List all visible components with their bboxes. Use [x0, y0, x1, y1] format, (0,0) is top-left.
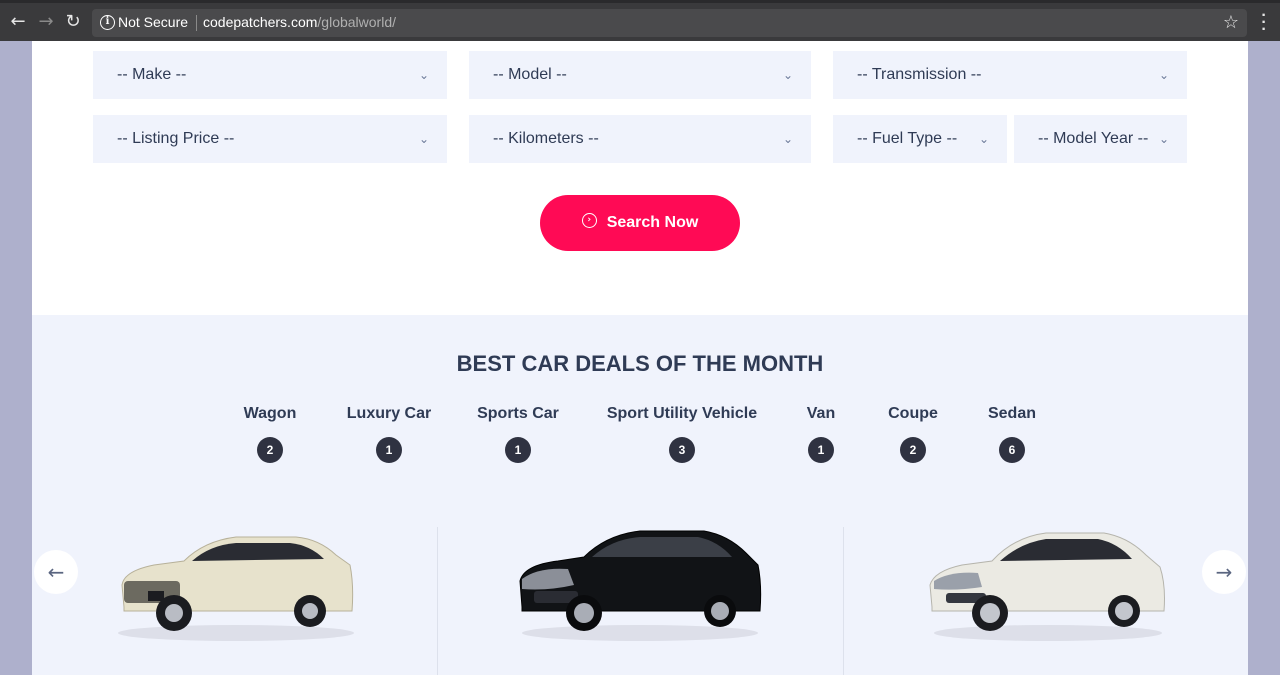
chevron-down-icon: ⌄ — [1158, 68, 1169, 82]
count-badge: 2 — [257, 437, 283, 463]
arrow-right-icon: → — [38, 11, 54, 32]
filter-label: Van — [806, 405, 836, 422]
select-label: -- Kilometers -- — [493, 130, 599, 147]
filter-label: Sedan — [987, 405, 1036, 422]
more-vertical-icon[interactable]: · · · — [1256, 8, 1272, 38]
listing-price-select[interactable]: -- Listing Price -- ⌄ — [93, 115, 447, 163]
filter-tab-wagon[interactable]: Wagon 2 — [230, 405, 310, 463]
car-image[interactable] — [928, 515, 1168, 645]
browser-toolbar: ← → ↻ i Not Secure codepatchers.com/glob… — [0, 0, 1280, 41]
count-badge: 3 — [669, 437, 695, 463]
filter-label: Sports Car — [477, 405, 559, 422]
filter-label: Wagon — [243, 405, 297, 422]
select-label: -- Listing Price -- — [117, 130, 235, 147]
section-title: BEST CAR DEALS OF THE MONTH — [456, 351, 824, 376]
filter-tab-luxury-car[interactable]: Luxury Car 1 — [339, 405, 439, 463]
select-label: -- Make -- — [117, 66, 187, 83]
filter-label: Coupe — [888, 405, 938, 422]
forward-button[interactable]: → — [35, 11, 57, 33]
count-badge: 2 — [900, 437, 926, 463]
filter-tab-sedan[interactable]: Sedan 6 — [978, 405, 1046, 463]
chevron-right-circle-icon: › — [581, 213, 597, 229]
count-badge: 1 — [376, 437, 402, 463]
back-button[interactable]: ← — [7, 11, 29, 33]
filter-tab-van[interactable]: Van 1 — [791, 405, 851, 463]
carousel-prev-button[interactable]: ← — [34, 550, 78, 594]
chevron-down-icon: ⌄ — [1158, 132, 1169, 146]
count-badge: 6 — [999, 437, 1025, 463]
fuel-type-select[interactable]: -- Fuel Type -- ⌄ — [833, 115, 1007, 163]
star-icon[interactable]: ☆ — [1223, 12, 1239, 33]
url-divider — [196, 15, 197, 31]
chevron-down-icon: ⌄ — [782, 132, 793, 146]
car-image[interactable] — [114, 515, 360, 645]
reload-icon: ↻ — [65, 11, 81, 32]
filter-tab-sport-utility-vehicle[interactable]: Sport Utility Vehicle 3 — [597, 405, 767, 463]
filter-tab-sports-car[interactable]: Sports Car 1 — [468, 405, 568, 463]
arrow-left-icon: ← — [47, 560, 65, 584]
security-label[interactable]: Not Secure — [118, 14, 188, 30]
filter-label: Sport Utility Vehicle — [606, 405, 758, 422]
url-host: codepatchers.com — [203, 14, 318, 30]
chevron-down-icon: ⌄ — [782, 68, 793, 82]
chevron-down-icon: ⌄ — [978, 132, 989, 146]
card-divider — [437, 527, 438, 675]
make-select[interactable]: -- Make -- ⌄ — [93, 51, 447, 99]
info-icon[interactable]: i — [100, 15, 115, 30]
arrow-left-icon: ← — [10, 11, 26, 32]
best-deals-section: BEST CAR DEALS OF THE MONTH Wagon 2 Luxu… — [32, 315, 1248, 675]
search-form: -- Make -- ⌄ -- Model -- ⌄ -- Transmission… — [32, 41, 1248, 315]
select-label: -- Transmission -- — [857, 66, 982, 83]
chevron-down-icon: ⌄ — [418, 132, 429, 146]
page-content: -- Make -- ⌄ -- Model -- ⌄ -- Transmission… — [32, 41, 1248, 675]
select-label: -- Model -- — [493, 66, 567, 83]
kilometers-select[interactable]: -- Kilometers -- ⌄ — [469, 115, 811, 163]
arrow-right-icon: → — [1215, 560, 1233, 584]
sedan-cream-icon — [118, 536, 354, 641]
url-text[interactable]: codepatchers.com/globalworld/ — [203, 14, 396, 30]
chevron-down-icon: ⌄ — [418, 68, 429, 82]
filter-tab-coupe[interactable]: Coupe 2 — [878, 405, 948, 463]
reload-button[interactable]: ↻ — [62, 11, 84, 33]
search-now-button[interactable]: › Search Now — [540, 195, 740, 251]
url-path: /globalworld/ — [317, 14, 397, 30]
sedan-black-icon — [519, 530, 762, 641]
select-label: -- Model Year -- — [1038, 130, 1149, 147]
card-divider — [843, 527, 844, 675]
carousel-next-button[interactable]: → — [1202, 550, 1246, 594]
model-year-select[interactable]: -- Model Year -- ⌄ — [1014, 115, 1187, 163]
sedan-white-icon — [929, 532, 1165, 641]
select-label: -- Fuel Type -- — [857, 130, 958, 147]
count-badge: 1 — [505, 437, 531, 463]
filter-label: Luxury Car — [346, 405, 432, 422]
model-select[interactable]: -- Model -- ⌄ — [469, 51, 811, 99]
transmission-select[interactable]: -- Transmission -- ⌄ — [833, 51, 1187, 99]
search-button-label: Search Now — [606, 214, 699, 231]
address-bar[interactable]: i Not Secure codepatchers.com/globalworl… — [92, 9, 1247, 37]
car-image[interactable] — [518, 515, 764, 645]
count-badge: 1 — [808, 437, 834, 463]
